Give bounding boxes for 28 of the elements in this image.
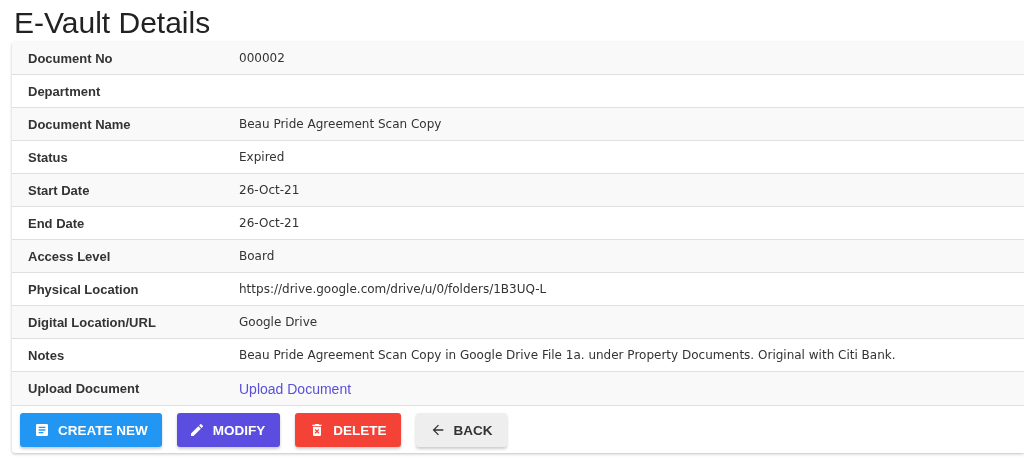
field-value: Google Drive: [239, 315, 318, 329]
field-value: 000002: [239, 51, 285, 65]
field-label: End Date: [27, 215, 86, 231]
modify-button[interactable]: MODIFY: [176, 413, 281, 447]
field-label: Access Level: [27, 248, 112, 264]
create-new-button[interactable]: CREATE NEW: [20, 413, 162, 447]
field-label: Department: [27, 83, 102, 99]
field-value: https://drive.google.com/drive/u/0/folders/1B3UQ-L: [239, 282, 547, 296]
page-title: E-Vault Details: [14, 6, 212, 40]
field-label: Document Name: [27, 116, 132, 132]
upload-document-link[interactable]: Upload Document: [239, 380, 352, 397]
field-value: Board: [239, 249, 275, 263]
field-label: Document No: [27, 50, 114, 66]
field-value: 26-Oct-21: [239, 216, 300, 230]
field-label: Physical Location: [27, 281, 140, 297]
field-label: Digital Location/URL: [27, 314, 157, 330]
delete-button[interactable]: DELETE: [295, 413, 401, 447]
field-value: Beau Pride Agreement Scan Copy in Google Drive File 1a. under Property Documents. Original with Citi Bank.: [239, 348, 896, 362]
field-label: Upload Document: [27, 381, 141, 396]
field-value: Beau Pride Agreement Scan Copy: [239, 117, 442, 131]
field-label: Start Date: [27, 182, 91, 198]
pencil-icon: [188, 422, 205, 438]
document-icon: [34, 422, 50, 438]
field-value: Expired: [239, 150, 285, 164]
back-button[interactable]: BACK: [415, 413, 507, 447]
field-label: Notes: [27, 347, 66, 363]
field-value: 26-Oct-21: [239, 183, 300, 197]
field-label: Status: [27, 149, 69, 165]
